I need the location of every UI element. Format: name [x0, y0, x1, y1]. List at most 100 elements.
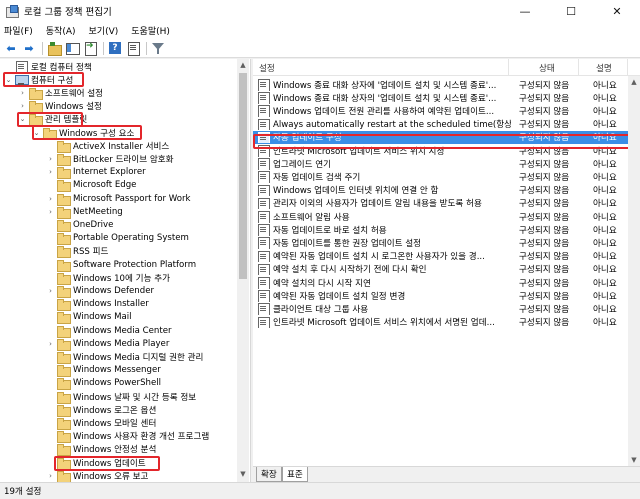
help-icon[interactable] — [108, 41, 122, 55]
policy-row[interactable]: Windows 업데이트 인터넷 위치에 연결 안 함 구성되지 않음 아니요 — [253, 184, 628, 197]
window-controls: — ☐ ✕ — [502, 0, 640, 22]
policy-name-cell: 예약 설치 후 다시 시작하기 전에 다시 확인 — [257, 263, 511, 276]
tree-item-label: Software Protection Platform — [73, 259, 197, 270]
policy-row[interactable]: 인트라넷 Microsoft 업데이트 서비스 위치 지정 구성되지 않음 아니요 — [253, 144, 628, 157]
menu-file[interactable]: 파일(F) — [4, 24, 33, 37]
expand-chevron-icon[interactable]: › — [46, 284, 55, 297]
tree-item[interactable]: Microsoft Edge — [46, 179, 136, 193]
scroll-up-arrow-icon[interactable]: ▲ — [628, 76, 640, 88]
close-button[interactable]: ✕ — [594, 0, 640, 22]
scroll-down-arrow-icon[interactable]: ▼ — [628, 454, 640, 466]
tree-item[interactable]: › BitLocker 드라이브 암호화 — [46, 152, 174, 166]
tree-scrollbar[interactable]: ▲ ▼ — [237, 59, 249, 482]
policy-row[interactable]: 관리자 이외의 사용자가 업데이트 알림 내용을 받도록 허용 구성되지 않음 아니… — [253, 197, 628, 210]
tree-item[interactable]: Windows Mail — [46, 311, 132, 325]
tree-item[interactable]: Windows 사용자 환경 개선 프로그램 — [46, 430, 209, 444]
policy-row[interactable]: 자동 업데이트 검색 주기 구성되지 않음 아니요 — [253, 170, 628, 183]
properties-icon[interactable] — [126, 41, 140, 56]
policy-setting-icon — [257, 197, 270, 210]
tab-standard[interactable]: 표준 — [282, 467, 308, 482]
expand-chevron-icon[interactable]: › — [46, 337, 55, 350]
policy-row[interactable]: Always automatically restart at the sche… — [253, 118, 628, 131]
export-list-icon[interactable] — [83, 41, 97, 56]
policy-name-cell: 예약된 자동 업데이트 설치 시 로그온한 사용자가 있을 경... — [257, 250, 511, 263]
policy-row[interactable]: 업그레이드 연기 구성되지 않음 아니요 — [253, 157, 628, 170]
maximize-button[interactable]: ☐ — [548, 0, 594, 22]
tree-item-windows-settings[interactable]: › Windows 설정 — [18, 100, 102, 114]
menu-help[interactable]: 도움말(H) — [131, 24, 170, 37]
tree-item[interactable]: Windows 날짜 및 시간 등록 정보 — [46, 390, 196, 404]
policy-row[interactable]: 인트라넷 Microsoft 업데이트 서비스 위치에서 서명된 업데... 구성… — [253, 316, 628, 329]
up-folder-icon[interactable] — [47, 41, 62, 56]
menu-action[interactable]: 동작(A) — [46, 24, 76, 37]
tree-item[interactable]: Windows Messenger — [46, 364, 161, 378]
folder-icon — [57, 153, 71, 166]
tree-item[interactable]: Windows 10에 기능 추가 — [46, 271, 170, 285]
policy-row[interactable]: Windows 종료 대화 상자에 '업데이트 설치 및 시스템 종료'... 구… — [253, 78, 628, 91]
expand-chevron-icon[interactable]: › — [46, 152, 55, 165]
policy-row[interactable]: Windows 종료 대화 상자의 '업데이트 설치 및 시스템 종료'... 구… — [253, 91, 628, 104]
show-console-tree-icon[interactable] — [65, 41, 80, 55]
tree-item[interactable]: Windows 모바일 센터 — [46, 416, 156, 430]
tree-item[interactable]: Software Protection Platform — [46, 258, 197, 272]
tree-item-windows-components[interactable]: ⌄ Windows 구성 요소 — [32, 126, 134, 140]
policy-row[interactable]: Windows 업데이트 전원 관리를 사용하여 예약된 업데이트... 구성되지… — [253, 104, 628, 117]
tree-item-local-computer-policy[interactable]: 로컬 컴퓨터 정책 — [4, 60, 92, 74]
tree-item[interactable]: › Windows 오류 보고 — [46, 469, 148, 482]
tree-item[interactable]: OneDrive — [46, 218, 113, 232]
policy-row[interactable]: 자동 업데이트를 통한 권장 업데이트 설정 구성되지 않음 아니요 — [253, 236, 628, 249]
expand-chevron-icon[interactable]: › — [46, 192, 55, 205]
tree-item-software-settings[interactable]: › 소프트웨어 설정 — [18, 86, 103, 100]
expand-chevron-icon[interactable]: › — [46, 205, 55, 218]
collapse-chevron-icon[interactable]: ⌄ — [32, 126, 41, 139]
expand-chevron-icon[interactable]: › — [18, 86, 27, 99]
tree-item[interactable]: › Windows Defender — [46, 284, 154, 298]
column-state[interactable]: 상태 — [509, 59, 579, 76]
scroll-down-arrow-icon[interactable]: ▼ — [237, 468, 249, 480]
tree-item[interactable]: Windows Media 디지털 권한 관리 — [46, 350, 203, 364]
forward-arrow-icon[interactable]: ➡ — [22, 41, 36, 55]
expand-chevron-icon[interactable]: › — [46, 469, 55, 482]
menu-view[interactable]: 보기(V) — [89, 24, 119, 37]
tree-item[interactable]: Windows Installer — [46, 298, 149, 312]
policy-row[interactable]: 예약된 자동 업데이트 설치 일정 변경 구성되지 않음 아니요 — [253, 289, 628, 302]
policy-row[interactable]: 예약 설치의 다시 시작 지연 구성되지 않음 아니요 — [253, 276, 628, 289]
policy-row[interactable]: 예약된 자동 업데이트 설치 시 로그온한 사용자가 있을 경... 구성되지 않… — [253, 250, 628, 263]
back-arrow-icon[interactable]: ⬅ — [4, 41, 18, 55]
policy-row[interactable]: 소프트웨어 알림 사용 구성되지 않음 아니요 — [253, 210, 628, 223]
expand-chevron-icon[interactable]: › — [46, 166, 55, 179]
policy-row[interactable]: 자동 업데이트 구성 구성되지 않음 아니요 — [253, 130, 628, 144]
collapse-chevron-icon[interactable]: ⌄ — [18, 113, 27, 126]
collapse-chevron-icon[interactable]: ⌄ — [4, 73, 13, 86]
tree-item[interactable]: Windows 로그온 옵션 — [46, 403, 156, 417]
tree-item[interactable]: Portable Operating System — [46, 232, 189, 246]
tree-item[interactable]: › NetMeeting — [46, 205, 123, 219]
column-comment[interactable]: 설명 — [579, 59, 628, 76]
policy-row[interactable]: 예약 설치 후 다시 시작하기 전에 다시 확인 구성되지 않음 아니요 — [253, 263, 628, 276]
tree-item[interactable]: ActiveX Installer 서비스 — [46, 139, 169, 153]
tab-extended[interactable]: 확장 — [256, 467, 282, 482]
expand-chevron-icon[interactable]: › — [18, 100, 27, 113]
column-setting[interactable]: 설정 — [253, 59, 509, 76]
policy-name-cell: 인트라넷 Microsoft 업데이트 서비스 위치 지정 — [257, 145, 511, 157]
filter-icon[interactable] — [151, 41, 165, 55]
tree-item[interactable]: RSS 피드 — [46, 245, 108, 259]
tree-item[interactable]: › Microsoft Passport for Work — [46, 192, 191, 206]
scroll-up-arrow-icon[interactable]: ▲ — [237, 59, 249, 71]
tree-item-computer-config[interactable]: ⌄ 컴퓨터 구성 — [4, 73, 73, 86]
tree-item[interactable]: Windows 안정성 분석 — [46, 443, 156, 457]
tree-item[interactable]: › Windows Media Player — [46, 337, 169, 351]
policy-row[interactable]: 자동 업데이트로 바로 설치 허용 구성되지 않음 아니요 — [253, 223, 628, 236]
tree-item[interactable]: Windows 업데이트 — [46, 456, 146, 470]
policy-state: 구성되지 않음 — [519, 278, 570, 289]
tree-scrollbar-thumb[interactable] — [239, 73, 247, 279]
policy-row[interactable]: 클라이언트 대상 그룹 사용 구성되지 않음 아니요 — [253, 302, 628, 315]
list-scrollbar[interactable]: ▲ ▼ — [628, 76, 640, 466]
tree-item[interactable]: › Internet Explorer — [46, 166, 146, 180]
tree-item[interactable]: Windows PowerShell — [46, 377, 161, 391]
policy-setting-icon — [257, 118, 270, 131]
tree-item[interactable]: Windows Media Center — [46, 324, 172, 338]
minimize-button[interactable]: — — [502, 0, 548, 22]
tree-item-admin-templates[interactable]: ⌄ 관리 템플릿 — [18, 113, 87, 127]
